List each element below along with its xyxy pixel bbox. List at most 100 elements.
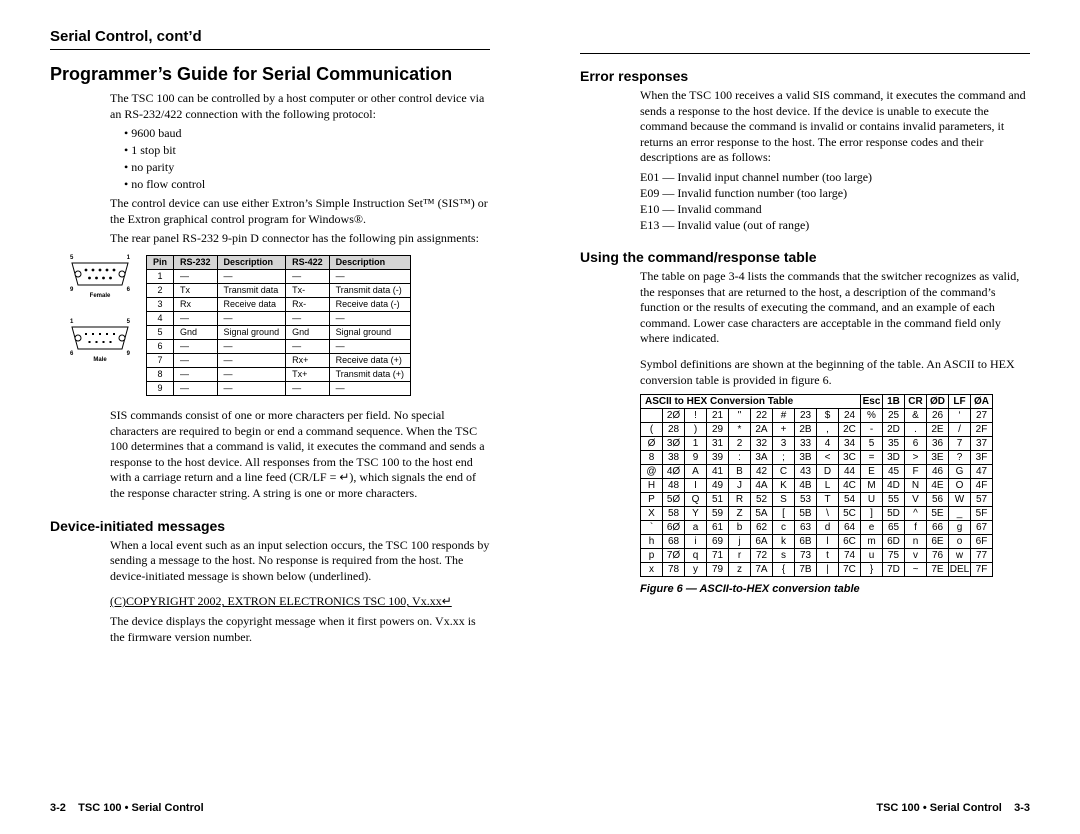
table-cell: 76 (927, 549, 949, 563)
table-cell: x (641, 563, 663, 577)
table-cell: q (685, 549, 707, 563)
table-cell: 7 (147, 353, 174, 367)
table-cell: 75 (883, 549, 905, 563)
subheading-using-table: Using the command/response table (580, 249, 1030, 265)
table-cell: 3 (773, 437, 795, 451)
db9-male: 1 5 6 9 Male (70, 319, 130, 363)
pin-table: PinRS-232DescriptionRS-422Description 1 —… (146, 255, 411, 396)
table-cell: 3B (795, 451, 817, 465)
table-row: (28)29*2A+2B,2C-2D.2E/2F (641, 423, 993, 437)
table-cell: 1 (147, 269, 174, 283)
table-cell: 51 (707, 493, 729, 507)
table-cell: 77 (971, 549, 993, 563)
table-cell: d (817, 521, 839, 535)
running-head: Serial Control, cont’d (50, 28, 490, 45)
ascii-hex-table: ASCII to HEX Conversion TableEsc1BCRØDLF… (640, 394, 993, 577)
table-cell: I (685, 479, 707, 493)
table-cell: 9 (147, 381, 174, 395)
table-cell: 4B (795, 479, 817, 493)
table-cell: 2Ø (663, 409, 685, 423)
table-cell: 73 (795, 549, 817, 563)
page-number-left: 3-2 (50, 802, 66, 814)
table-cell: " (729, 409, 751, 423)
table-cell: 66 (927, 521, 949, 535)
table-cell: 5 (147, 325, 174, 339)
table-cell: 2F (971, 423, 993, 437)
table-row: 1———— (147, 269, 411, 283)
table-cell: v (905, 549, 927, 563)
table-cell: Y (685, 507, 707, 521)
table-cell: Receive data (+) (329, 353, 410, 367)
right-page: Error responses When the TSC 100 receive… (540, 0, 1080, 834)
table-cell (641, 409, 663, 423)
table-cell: 4Ø (663, 465, 685, 479)
table-cell: 3A (751, 451, 773, 465)
table-cell: f (905, 521, 927, 535)
error-item: E10 — Invalid command (640, 202, 1030, 217)
table-cell: 6 (905, 437, 927, 451)
para3: The rear panel RS-232 9-pin D connector … (110, 231, 490, 247)
table-cell: g (949, 521, 971, 535)
table-cell: — (329, 381, 410, 395)
ascii-head-cell: ØA (971, 395, 993, 409)
table-cell: F (905, 465, 927, 479)
table-cell: T (817, 493, 839, 507)
table-cell: 3C (839, 451, 861, 465)
table-cell: 36 (927, 437, 949, 451)
table-row: x78y79z7A{7B|7C}7D~7EDEL7F (641, 563, 993, 577)
body2: When a local event such as an input sele… (110, 538, 490, 646)
protocol-bullets: 9600 baud1 stop bitno parityno flow cont… (124, 126, 490, 192)
table-cell: 79 (707, 563, 729, 577)
table-cell: 59 (707, 507, 729, 521)
db9m-tl: 1 (70, 319, 73, 325)
table-row: 2Ø!21"22#23$24%25&26‘27 (641, 409, 993, 423)
table-cell: 5B (795, 507, 817, 521)
table-cell: 39 (707, 451, 729, 465)
table-cell: 9 (685, 451, 707, 465)
table-cell: 5A (751, 507, 773, 521)
table-cell: 49 (707, 479, 729, 493)
table-cell: $ (817, 409, 839, 423)
table-cell: ~ (905, 563, 927, 577)
table-cell: — (217, 353, 286, 367)
section-title: Programmer’s Guide for Serial Communicat… (50, 64, 490, 85)
subheading-errors: Error responses (580, 68, 1030, 84)
table-cell: 25 (883, 409, 905, 423)
table-cell: L (817, 479, 839, 493)
table-cell: 72 (751, 549, 773, 563)
pin-table-head: PinRS-232DescriptionRS-422Description (147, 255, 411, 269)
table-cell: 2D (883, 423, 905, 437)
table-cell: 4 (147, 311, 174, 325)
table-cell: Gnd (174, 325, 218, 339)
error-item: E01 — Invalid input channel number (too … (640, 170, 1030, 185)
table-cell: Tx+ (286, 367, 330, 381)
table-cell: . (905, 423, 927, 437)
footer-right: TSC 100 • Serial Control 3-3 (876, 802, 1030, 814)
table-cell: 58 (663, 507, 685, 521)
left-page: Serial Control, cont’d Programmer’s Guid… (0, 0, 540, 834)
table-cell: ] (861, 507, 883, 521)
table-cell: 38 (663, 451, 685, 465)
table-cell: 6E (927, 535, 949, 549)
footer-text-left: TSC 100 • Serial Control (78, 802, 204, 814)
table-cell: 41 (707, 465, 729, 479)
table-cell: A (685, 465, 707, 479)
table-cell: — (217, 269, 286, 283)
db9f-bl: 9 (70, 287, 73, 293)
table-cell: 1 (685, 437, 707, 451)
table-cell: 56 (927, 493, 949, 507)
table-cell: Transmit data (-) (329, 283, 410, 297)
table-cell: 6A (751, 535, 773, 549)
table-cell: 23 (795, 409, 817, 423)
table-cell: J (729, 479, 751, 493)
table-cell: — (217, 381, 286, 395)
table-cell: + (773, 423, 795, 437)
table-cell: 67 (971, 521, 993, 535)
para4: SIS commands consist of one or more char… (110, 408, 490, 502)
table-cell: — (174, 367, 218, 381)
table-row: 7——Rx+Receive data (+) (147, 353, 411, 367)
table-cell: 68 (663, 535, 685, 549)
table-cell: r (729, 549, 751, 563)
pin-col-header: RS-232 (174, 255, 218, 269)
table-row: 9———— (147, 381, 411, 395)
